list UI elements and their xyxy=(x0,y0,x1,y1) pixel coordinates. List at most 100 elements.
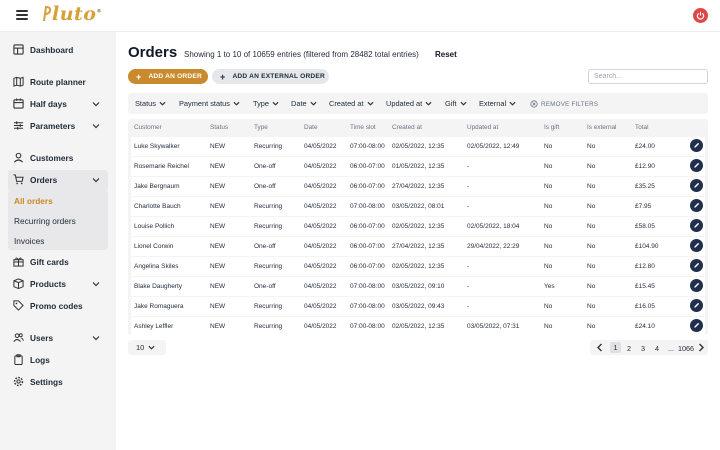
edit-order-button[interactable] xyxy=(690,299,703,312)
column-header[interactable]: Date xyxy=(304,124,318,131)
cell-time-slot: 07:00-08:00 xyxy=(350,143,385,150)
column-header[interactable]: Customer xyxy=(134,124,162,131)
edit-order-button[interactable] xyxy=(690,199,703,212)
sidebar-item-half-days[interactable]: Half days xyxy=(0,94,116,114)
filter-type[interactable]: Type xyxy=(253,99,279,108)
edit-order-button[interactable] xyxy=(690,179,703,192)
app-logo[interactable]: luto® xyxy=(42,3,102,25)
filter-payment-status[interactable]: Payment status xyxy=(179,99,240,108)
sidebar-item-gift-cards[interactable]: Gift cards xyxy=(0,252,116,272)
edit-order-button[interactable] xyxy=(690,159,703,172)
search-input[interactable] xyxy=(588,69,708,84)
cell-updated-at: - xyxy=(467,303,470,310)
pencil-icon xyxy=(694,262,700,268)
cell-status: NEW xyxy=(210,203,226,210)
sidebar-item-customers[interactable]: Customers xyxy=(0,148,116,168)
cell-is-gift: No xyxy=(544,203,553,210)
edit-order-button[interactable] xyxy=(690,259,703,272)
column-header[interactable]: Type xyxy=(254,124,268,131)
add-external-order-button[interactable]: + ADD AN EXTERNAL ORDER xyxy=(212,69,329,84)
cell-type: Recurring xyxy=(254,323,283,330)
table-row[interactable]: Jake Romaguera NEW Recurring 04/05/2022 07:0… xyxy=(131,297,705,316)
sidebar-item-users[interactable]: Users xyxy=(0,328,116,348)
sidebar-item-parameters[interactable]: Parameters xyxy=(0,116,116,136)
table-row[interactable]: Luke Skywalker NEW Recurring 04/05/2022 07:0… xyxy=(131,137,705,156)
cell-date: 04/05/2022 xyxy=(304,303,337,310)
cell-type: Recurring xyxy=(254,143,283,150)
filter-gift[interactable]: Gift xyxy=(445,99,467,108)
table-row[interactable]: Jake Bergnaum NEW One-off 04/05/2022 06:00-0… xyxy=(131,177,705,196)
table-row[interactable]: Angelina Skiles NEW Recurring 04/05/2022 06:… xyxy=(131,257,705,276)
power-button[interactable] xyxy=(693,8,708,23)
cell-created-at: 02/05/2022, 12:35 xyxy=(392,323,445,330)
sidebar-item-dashboard[interactable]: Dashboard xyxy=(0,40,116,60)
page-3-button[interactable]: 3 xyxy=(641,344,645,353)
column-header[interactable]: Created at xyxy=(392,124,422,131)
chevron-right-icon[interactable] xyxy=(697,343,705,352)
column-header[interactable]: Is gift xyxy=(544,124,559,131)
table-row[interactable]: Ashley Leffler NEW Recurring 04/05/2022 07:0… xyxy=(131,317,705,336)
table-row[interactable]: Rosemarie Reichel NEW One-off 04/05/2022 06:… xyxy=(131,157,705,176)
table-row[interactable]: Blake Daugherty NEW One-off 04/05/2022 07:00… xyxy=(131,277,705,296)
chevron-down-icon xyxy=(92,178,100,183)
sidebar-item-settings[interactable]: Settings xyxy=(0,372,116,392)
cell-status: NEW xyxy=(210,223,226,230)
sidebar-subitem-all-orders[interactable]: All orders xyxy=(14,196,53,206)
sidebar-subitem-invoices[interactable]: Invoices xyxy=(14,236,44,246)
sidebar-item-logs[interactable]: Logs xyxy=(0,350,116,370)
filter-updated-at[interactable]: Updated at xyxy=(386,99,432,108)
cell-type: One-off xyxy=(254,163,276,170)
add-order-button[interactable]: + ADD AN ORDER xyxy=(128,69,208,84)
chevron-down-icon xyxy=(148,345,155,350)
cell-created-at: 03/05/2022, 09:43 xyxy=(392,303,445,310)
edit-order-button[interactable] xyxy=(690,279,703,292)
sidebar-item-orders[interactable]: Orders xyxy=(0,170,116,190)
sidebar-item-route-planner[interactable]: Route planner xyxy=(0,72,116,92)
sidebar: Dashboard Route planner Half days Parame… xyxy=(0,32,116,450)
page-1-button[interactable]: 1 xyxy=(610,342,621,353)
hamburger-menu-icon[interactable] xyxy=(16,10,28,20)
orders-table: Customer Status Type Date Time slot Created a… xyxy=(128,119,708,336)
column-header[interactable]: Is external xyxy=(587,124,616,131)
cell-type: Recurring xyxy=(254,303,283,310)
cell-created-at: 01/05/2022, 12:35 xyxy=(392,163,445,170)
sidebar-subitem-recurring-orders[interactable]: Recurring orders xyxy=(14,216,76,226)
chevron-left-icon[interactable] xyxy=(596,343,604,352)
cell-is-gift: No xyxy=(544,183,553,190)
chevron-down-icon xyxy=(92,336,100,341)
cell-time-slot: 07:00-08:00 xyxy=(350,283,385,290)
sidebar-item-promo-codes[interactable]: Promo codes xyxy=(0,296,116,316)
column-header[interactable]: Total xyxy=(635,124,649,131)
chevron-down-icon xyxy=(92,282,100,287)
table-row[interactable]: Lionel Corwin NEW One-off 04/05/2022 06:00-0… xyxy=(131,237,705,256)
column-header[interactable]: Updated at xyxy=(467,124,498,131)
sidebar-item-products[interactable]: Products xyxy=(0,274,116,294)
filter-status[interactable]: Status xyxy=(135,99,166,108)
table-row[interactable]: Charlotte Bauch NEW Recurring 04/05/2022 07:… xyxy=(131,197,705,216)
edit-order-button[interactable] xyxy=(690,239,703,252)
column-header[interactable]: Status xyxy=(210,124,228,131)
reset-button[interactable]: Reset xyxy=(435,50,457,59)
table-row[interactable]: Louise Pollich NEW Recurring 04/05/2022 06:0… xyxy=(131,217,705,236)
edit-order-button[interactable] xyxy=(690,139,703,152)
filter-label: Type xyxy=(253,99,270,108)
sidebar-item-label: Gift cards xyxy=(30,257,69,267)
cell-total: £7.95 xyxy=(635,203,652,210)
filter-label: Updated at xyxy=(386,99,423,108)
clipboard-icon xyxy=(14,354,23,365)
edit-order-button[interactable] xyxy=(690,319,703,332)
cell-type: One-off xyxy=(254,283,276,290)
page-last-button[interactable]: 1066 xyxy=(678,344,694,353)
page-2-button[interactable]: 2 xyxy=(627,344,631,353)
page-4-button[interactable]: 4 xyxy=(655,344,659,353)
filter-date[interactable]: Date xyxy=(291,99,317,108)
cell-date: 04/05/2022 xyxy=(304,263,337,270)
calendar-icon xyxy=(13,98,24,109)
per-page-select[interactable]: 10 xyxy=(128,340,166,355)
remove-filters-button[interactable]: REMOVE FILTERS xyxy=(530,100,598,108)
sidebar-item-label: Settings xyxy=(30,377,63,387)
edit-order-button[interactable] xyxy=(690,219,703,232)
column-header[interactable]: Time slot xyxy=(350,124,376,131)
filter-created-at[interactable]: Created at xyxy=(329,99,374,108)
filter-external[interactable]: External xyxy=(479,99,516,108)
